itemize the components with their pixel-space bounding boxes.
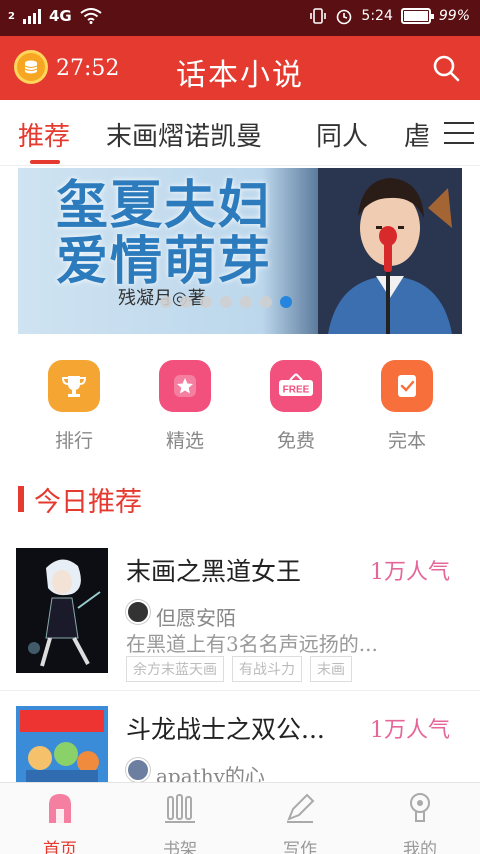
quick-entries: 排行 精选 FREE 免费 完本 xyxy=(0,360,480,460)
bottom-navigation: 首页 书架 写作 我的 xyxy=(0,782,480,854)
carousel-dot[interactable] xyxy=(240,296,252,308)
carousel-dots xyxy=(160,296,292,308)
tag[interactable]: 有战斗力 xyxy=(232,656,302,682)
tag-list: 余方末蓝天画 有战斗力 末画 xyxy=(126,656,352,682)
quick-entry-label: 完本 xyxy=(387,430,426,452)
nav-label: 写作 xyxy=(283,840,317,854)
nav-label: 书架 xyxy=(163,840,197,854)
trophy-icon xyxy=(48,360,100,412)
tab-mohua[interactable]: 末画熠诺凯曼 xyxy=(106,116,262,153)
alarm-status-icon xyxy=(337,9,352,25)
section-title: 今日推荐 xyxy=(18,482,142,518)
avatar[interactable] xyxy=(126,600,150,624)
clock: 5:24 xyxy=(361,8,393,24)
tag[interactable]: 末画 xyxy=(310,656,352,682)
app-header: 27:52 话本小说 xyxy=(0,36,480,100)
network-type: 4G xyxy=(48,7,72,25)
author-name[interactable]: 但愿安陌 xyxy=(156,602,236,631)
tab-fanfic[interactable]: 同人 xyxy=(316,116,368,153)
nav-home[interactable]: 首页 xyxy=(20,791,100,854)
vibrate-icon xyxy=(310,8,327,24)
sim-indicator: 2 xyxy=(8,10,15,22)
signal-icon xyxy=(22,8,41,24)
popularity-count: 1万人气 xyxy=(370,718,450,743)
battery-icon xyxy=(400,8,434,24)
list-item[interactable]: 末画之黑道女王 1万人气 但愿安陌 在黑道上有3名名声远扬的... 余方末蓝天画… xyxy=(0,548,480,688)
pen-icon xyxy=(287,793,315,823)
section-marker xyxy=(18,486,24,512)
avatar[interactable] xyxy=(126,758,150,782)
app-title: 话本小说 xyxy=(176,58,304,93)
star-icon xyxy=(159,360,211,412)
divider xyxy=(0,690,480,691)
carousel-dot-active[interactable] xyxy=(280,296,292,308)
banner-title-line1: 玺夏夫妇 xyxy=(56,175,273,236)
carousel-dot[interactable] xyxy=(220,296,232,308)
nav-label: 首页 xyxy=(43,840,77,854)
banner-portrait-image xyxy=(318,168,462,334)
menu-icon[interactable] xyxy=(444,122,474,146)
tab-angst[interactable]: 虐 xyxy=(404,116,430,153)
nav-write[interactable]: 写作 xyxy=(260,791,340,854)
home-icon xyxy=(49,794,71,823)
banner-title: 玺夏夫妇 爱情萌芽 xyxy=(56,178,272,290)
carousel-dot[interactable] xyxy=(160,296,172,308)
status-bar: 2 4G 5:24 99% xyxy=(0,0,480,36)
popularity-count: 1万人气 xyxy=(370,560,450,585)
tag[interactable]: 余方末蓝天画 xyxy=(126,656,224,682)
quick-entry-free[interactable]: FREE 免费 xyxy=(266,360,326,453)
battery-percent: 99% xyxy=(438,8,470,24)
book-title[interactable]: 斗龙战士之双公... xyxy=(126,710,325,746)
quick-entry-label: 排行 xyxy=(54,430,93,452)
book-description: 在黑道上有3名名声远扬的... xyxy=(126,632,378,656)
book-title[interactable]: 末画之黑道女王 xyxy=(126,552,301,588)
carousel-dot[interactable] xyxy=(200,296,212,308)
quick-entry-label: 免费 xyxy=(276,430,315,452)
carousel-dot[interactable] xyxy=(260,296,272,308)
free-tag-icon: FREE xyxy=(270,360,322,412)
quick-entry-ranking[interactable]: 排行 xyxy=(44,360,104,453)
quick-entry-featured[interactable]: 精选 xyxy=(155,360,215,453)
bookshelf-icon xyxy=(165,794,195,823)
nav-bookshelf[interactable]: 书架 xyxy=(140,791,220,854)
active-tab-indicator xyxy=(30,160,60,164)
nav-profile[interactable]: 我的 xyxy=(380,791,460,854)
category-tabs: 推荐 末画熠诺凯曼 同人 虐 xyxy=(0,100,480,166)
section-title-text: 今日推荐 xyxy=(34,486,142,518)
check-note-icon xyxy=(381,360,433,412)
quick-entry-completed[interactable]: 完本 xyxy=(377,360,437,453)
search-icon[interactable] xyxy=(432,54,460,82)
nav-label: 我的 xyxy=(403,840,437,854)
quick-entry-label: 精选 xyxy=(165,430,204,452)
wifi-icon xyxy=(80,8,102,24)
tab-recommend[interactable]: 推荐 xyxy=(18,116,70,153)
profile-icon xyxy=(410,793,430,822)
svg-text:FREE: FREE xyxy=(283,385,310,396)
book-cover-image xyxy=(16,548,108,673)
carousel-dot[interactable] xyxy=(180,296,192,308)
banner-title-line2: 爱情萌芽 xyxy=(56,231,273,292)
banner-carousel[interactable]: 玺夏夫妇 爱情萌芽 残凝月◎著 xyxy=(18,168,462,334)
